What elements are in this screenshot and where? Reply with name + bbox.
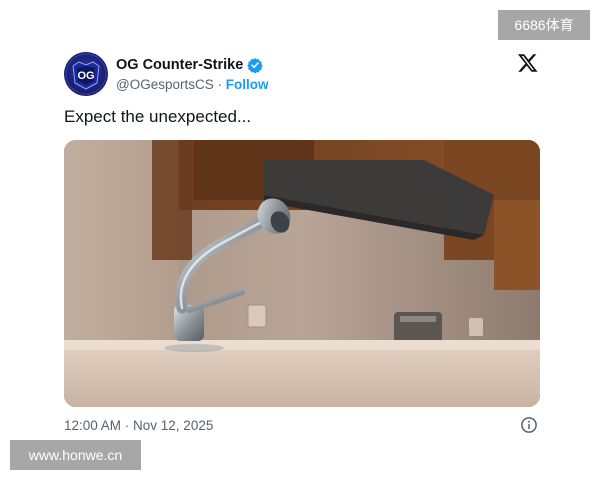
x-logo-icon[interactable] (517, 52, 539, 74)
watermark-bottom-left: www.honwe.cn (10, 440, 141, 470)
handle-separator: · (217, 77, 223, 92)
author-handle-row: @OGesportsCS · Follow (116, 77, 269, 92)
tweet-media-photo[interactable] (64, 140, 540, 407)
info-icon[interactable] (520, 416, 538, 434)
follow-button[interactable]: Follow (226, 77, 269, 92)
avatar[interactable]: OG (64, 52, 108, 96)
author-name-row: OG Counter-Strike (116, 56, 264, 74)
watermark-top-right: 6686体育 (498, 10, 590, 40)
author-display-name[interactable]: OG Counter-Strike (116, 57, 243, 73)
tweet-embed: 6686体育 OG OG Counter-Strike @OGesportsCS… (0, 0, 600, 480)
avatar-logo-text: OG (77, 70, 94, 82)
tweet-timestamp[interactable]: 12:00 AM · Nov 12, 2025 (64, 418, 213, 433)
og-logo-icon: OG (65, 53, 107, 95)
tweet-text: Expect the unexpected... (64, 107, 252, 126)
author-handle[interactable]: @OGesportsCS (116, 77, 214, 92)
verified-badge-icon (247, 57, 264, 74)
kitchen-faucet-photo (64, 140, 540, 407)
